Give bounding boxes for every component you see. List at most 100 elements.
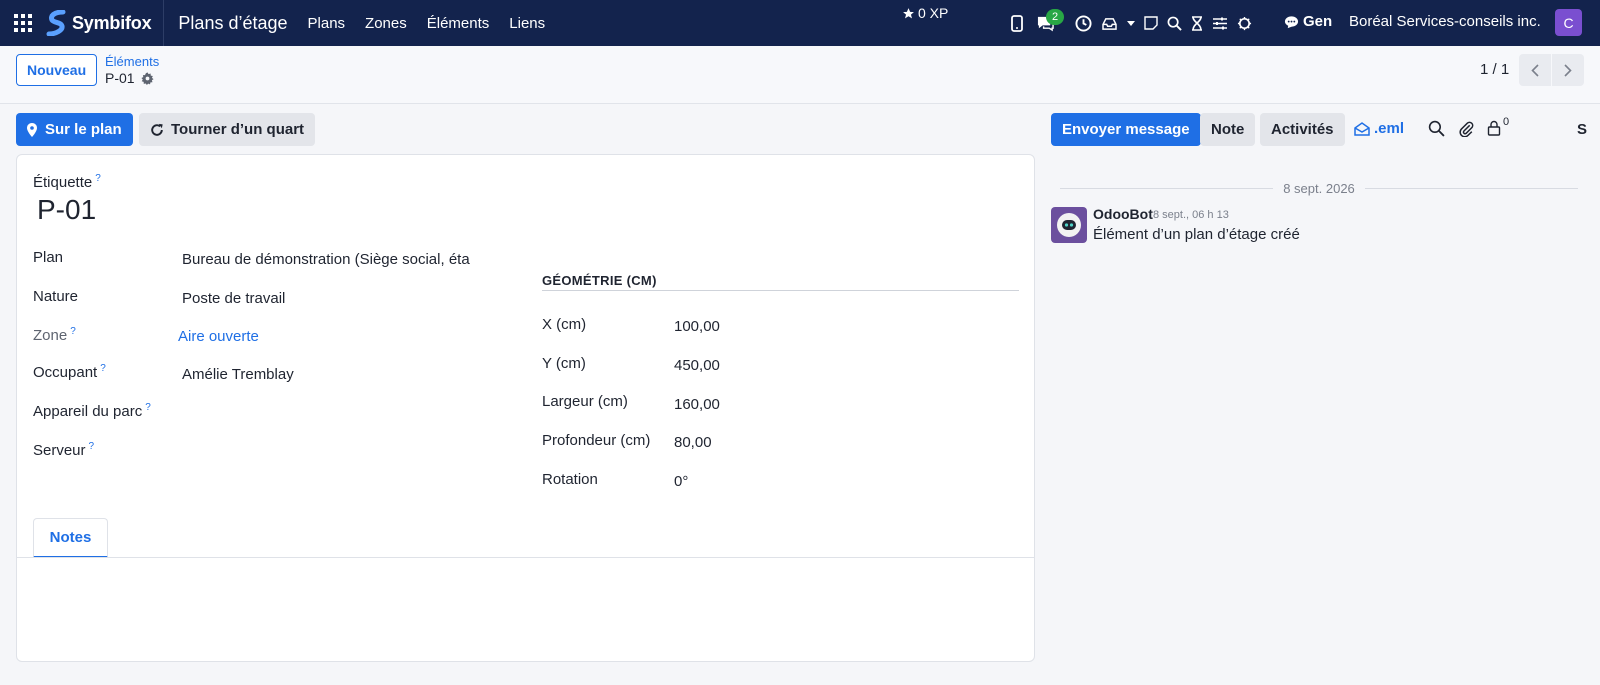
activities-label: Activités <box>1271 121 1334 138</box>
company-switcher[interactable]: Boréal Services-conseils inc. <box>1349 13 1541 30</box>
gen-label: Gen <box>1303 13 1333 30</box>
server-label: Serveur? <box>33 441 94 459</box>
occupant-field[interactable]: Amélie Tremblay <box>182 366 294 383</box>
brand-logo[interactable]: Symbifox <box>46 0 165 46</box>
brand-icon <box>46 10 66 36</box>
help-tooltip-icon[interactable]: ? <box>89 441 95 452</box>
breadcrumb-parent[interactable]: Éléments <box>105 54 159 69</box>
followers-lock-icon[interactable]: 0 <box>1487 116 1517 140</box>
title-label-text: Étiquette <box>33 174 93 191</box>
rotate-icon <box>151 123 163 136</box>
pager-previous-button[interactable] <box>1519 54 1551 86</box>
depth-field[interactable]: 80,00 <box>674 434 712 451</box>
paperclip-icon[interactable] <box>1458 120 1478 140</box>
form-sheet <box>16 154 1035 662</box>
pager-next-button[interactable] <box>1552 54 1584 86</box>
help-tooltip-icon[interactable]: ? <box>70 326 76 337</box>
date-separator-line-left <box>1060 188 1274 189</box>
chevron-left-icon <box>1531 63 1539 77</box>
device-field[interactable] <box>182 404 462 424</box>
nature-field[interactable]: Poste de travail <box>182 290 285 307</box>
x-label: X (cm) <box>542 316 587 333</box>
systray <box>1004 0 1256 46</box>
main-menu: Plans Zones Éléments Liens <box>298 15 556 32</box>
send-message-label: Envoyer message <box>1062 121 1190 138</box>
log-note-button[interactable]: Note <box>1200 113 1256 146</box>
rotation-field[interactable]: 0° <box>674 473 688 490</box>
messages-badge: 2 <box>1046 9 1065 25</box>
mobile-icon[interactable] <box>1004 0 1030 46</box>
rotation-label: Rotation <box>542 471 598 488</box>
user-avatar[interactable]: C <box>1555 9 1582 36</box>
help-tooltip-icon[interactable]: ? <box>95 173 101 184</box>
hourglass-icon[interactable] <box>1186 0 1208 46</box>
zone-label-text: Zone <box>33 327 68 344</box>
width-field[interactable]: 160,00 <box>674 396 720 413</box>
inbox-icon[interactable] <box>1096 0 1122 46</box>
star-icon <box>903 7 914 18</box>
menu-item-plans[interactable]: Plans <box>298 15 356 32</box>
rotate-quarter-label: Tourner d’un quart <box>171 121 305 138</box>
top-navbar: Symbifox Plans d’étage Plans Zones Éléme… <box>0 0 1600 46</box>
help-tooltip-icon[interactable]: ? <box>100 363 106 374</box>
plan-field[interactable]: Bureau de démonstration (Siège social, é… <box>182 251 471 268</box>
xp-label: 0 XP <box>918 5 949 21</box>
message-author[interactable]: OdooBot <box>1093 206 1153 222</box>
search-icon[interactable] <box>1162 0 1186 46</box>
occupant-label-text: Occupant <box>33 364 98 381</box>
tab-notes[interactable]: Notes <box>33 518 108 558</box>
activities-button[interactable]: Activités <box>1260 113 1345 146</box>
brand-name: Symbifox <box>72 12 152 33</box>
zone-label: Zone? <box>33 326 76 344</box>
sliders-icon[interactable] <box>1208 0 1232 46</box>
send-message-button[interactable]: Envoyer message <box>1051 113 1201 146</box>
help-tooltip-icon[interactable]: ? <box>145 402 151 413</box>
x-field[interactable]: 100,00 <box>674 318 720 335</box>
y-label: Y (cm) <box>542 355 586 372</box>
overflow-letter[interactable]: S <box>1577 121 1587 138</box>
chat-bubble-icon <box>1284 15 1299 28</box>
title-label: Étiquette? <box>33 173 101 191</box>
clock-icon[interactable] <box>1070 0 1096 46</box>
date-separator-line-right <box>1364 188 1578 189</box>
new-button[interactable]: Nouveau <box>16 54 98 86</box>
bug-icon[interactable] <box>1232 0 1256 46</box>
envelope-open-icon <box>1354 121 1370 136</box>
odoobot-avatar[interactable] <box>1051 207 1087 243</box>
pager-value[interactable]: 1 / 1 <box>1480 61 1509 78</box>
breadcrumb-current-label: P-01 <box>105 70 135 86</box>
eml-button[interactable]: .eml <box>1354 120 1404 137</box>
message-date: 8 sept., 06 h 13 <box>1153 209 1229 221</box>
plan-label: Plan <box>33 249 64 266</box>
menu-item-zones[interactable]: Zones <box>355 15 417 32</box>
width-label: Largeur (cm) <box>542 393 628 410</box>
app-title[interactable]: Plans d’étage <box>178 13 287 34</box>
device-label-text: Appareil du parc <box>33 403 143 420</box>
date-separator: 8 sept. 2026 <box>1060 181 1578 196</box>
message-body: Élément d’un plan d’étage créé <box>1093 226 1300 243</box>
robot-face-icon <box>1057 213 1081 237</box>
menu-item-elements[interactable]: Éléments <box>417 15 500 32</box>
map-marker-icon <box>27 122 37 137</box>
gear-icon[interactable] <box>140 71 154 85</box>
sticky-note-icon[interactable] <box>1140 0 1162 46</box>
breadcrumb-current: P-01 <box>105 70 154 86</box>
chatter-search-icon[interactable] <box>1428 120 1448 140</box>
tab-divider <box>17 557 1034 558</box>
gen-button[interactable]: Gen <box>1284 13 1332 30</box>
caret-down-icon[interactable] <box>1122 0 1140 46</box>
zone-field-link[interactable]: Aire ouverte <box>178 328 259 345</box>
xp-counter[interactable]: 0 XP <box>902 5 948 21</box>
title-input[interactable]: P-01 <box>37 194 96 226</box>
apps-grid-icon[interactable] <box>0 0 46 46</box>
y-field[interactable]: 450,00 <box>674 357 720 374</box>
rotate-quarter-button[interactable]: Tourner d’un quart <box>139 113 316 146</box>
log-note-label: Note <box>1211 121 1245 138</box>
geometry-section-heading: GÉOMÉTRIE (CM) <box>542 273 657 288</box>
menu-item-links[interactable]: Liens <box>499 15 555 32</box>
geometry-divider <box>542 290 1019 291</box>
server-field[interactable] <box>182 443 462 463</box>
on-plan-button[interactable]: Sur le plan <box>16 113 133 146</box>
occupant-label: Occupant? <box>33 363 106 381</box>
control-panel: Nouveau Éléments P-01 1 / 1 <box>0 46 1600 104</box>
